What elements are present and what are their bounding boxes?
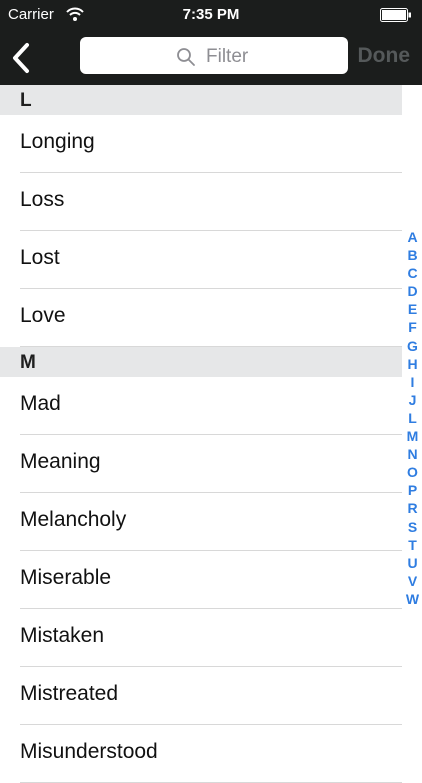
- list-item[interactable]: Meaning: [0, 435, 402, 493]
- index-letter[interactable]: P: [408, 481, 417, 499]
- index-letter[interactable]: S: [408, 518, 417, 536]
- list-item[interactable]: Love: [0, 289, 402, 347]
- index-letter[interactable]: L: [408, 409, 417, 427]
- search-field[interactable]: Filter: [80, 37, 348, 74]
- index-letter[interactable]: F: [408, 318, 417, 336]
- section-header-l: L: [0, 85, 402, 115]
- list-item[interactable]: Miserable: [0, 551, 402, 609]
- list-item[interactable]: Longing: [0, 115, 402, 173]
- index-letter[interactable]: E: [408, 300, 417, 318]
- status-time: 7:35 PM: [182, 6, 240, 23]
- battery-icon: [380, 8, 411, 22]
- section-header-m: M: [0, 347, 402, 377]
- index-letter[interactable]: U: [407, 554, 417, 572]
- index-letter[interactable]: V: [408, 572, 417, 590]
- index-letter[interactable]: R: [407, 499, 417, 517]
- index-letter[interactable]: C: [407, 264, 417, 282]
- list-item[interactable]: Mistaken: [0, 609, 402, 667]
- list-item[interactable]: Misunderstood: [0, 725, 402, 783]
- index-letter[interactable]: W: [406, 590, 419, 608]
- done-button[interactable]: Done: [358, 44, 411, 68]
- status-bar: Carrier 7:35 PM: [0, 0, 422, 30]
- emotion-list: L Longing Loss Lost Love M Mad Meaning M…: [0, 85, 402, 783]
- list-item[interactable]: Lost: [0, 231, 402, 289]
- index-letter[interactable]: H: [407, 355, 417, 373]
- back-chevron-icon[interactable]: [10, 42, 32, 74]
- index-letter[interactable]: G: [407, 337, 418, 355]
- list-item[interactable]: Mad: [0, 377, 402, 435]
- list-item[interactable]: Melancholy: [0, 493, 402, 551]
- search-icon: [177, 48, 195, 66]
- index-letter[interactable]: T: [408, 536, 417, 554]
- index-letter[interactable]: A: [407, 228, 417, 246]
- list-item[interactable]: Loss: [0, 173, 402, 231]
- index-letter[interactable]: M: [407, 427, 419, 445]
- section-index[interactable]: A B C D E F G H I J L M N O P R S T U V …: [403, 228, 422, 608]
- list-item[interactable]: Mistreated: [0, 667, 402, 725]
- search-placeholder: Filter: [206, 46, 249, 67]
- index-letter[interactable]: N: [407, 445, 417, 463]
- index-letter[interactable]: D: [407, 282, 417, 300]
- index-letter[interactable]: O: [407, 463, 418, 481]
- index-letter[interactable]: I: [411, 373, 415, 391]
- index-letter[interactable]: B: [407, 246, 417, 264]
- navigation-bar: Filter Done: [0, 30, 422, 85]
- index-letter[interactable]: J: [409, 391, 417, 409]
